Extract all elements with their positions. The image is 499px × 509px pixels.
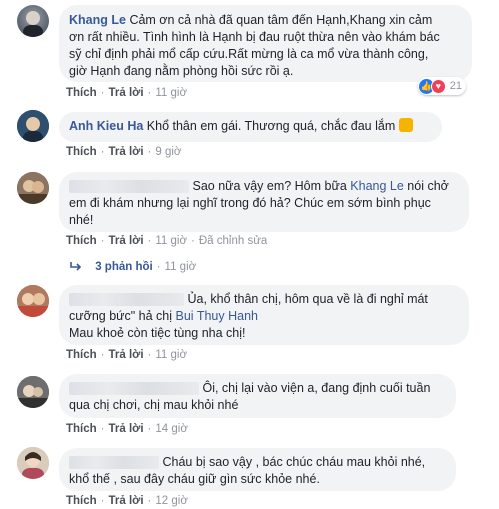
blurred-author-name [69,293,184,307]
flexed-biceps-icon [399,118,414,132]
edited-label: Đã chỉnh sửa [198,235,268,247]
comment-bubble: Cháu bị sao vậy , bác chúc cháu mau khỏi… [59,448,456,491]
comment-text: cưỡng bức" hả chị [69,309,173,323]
comment-text: Mau khoẻ còn tiệc tùng nha chị! [69,326,246,340]
comment-text: khổ thế , sau đây cháu giữ gìn sức khỏe … [69,472,320,486]
reaction-summary[interactable]: 👍 ♥ 21 [418,77,466,95]
like-link[interactable]: Thích [66,235,97,247]
comment-text: giờ Hạnh đang nằm phòng hồi sức rồi ạ. [69,64,294,78]
view-replies-link[interactable]: 3 phản hồi · 11 giờ [70,261,196,273]
mention-link[interactable]: Bui Thuy Hanh [176,309,258,323]
like-link[interactable]: Thích [66,423,97,435]
comment-actions: Thích · Trả lời · 14 giờ [66,423,188,435]
comment-text: qua chị chơi, chị mau khỏi nhé [69,398,239,412]
comment-text: sỹ chỉ định phải mổ cấp cứu.Rất mừng là … [69,47,429,61]
comment-actions: Thích · Trả lời · 11 giờ [66,87,188,99]
comment-bubble: Ủa, khổ thân chị, hôm qua về là đi nghỉ … [59,285,469,345]
like-link[interactable]: Thích [66,495,97,507]
reply-arrow-icon [70,262,82,271]
comment-actions: Thích · Trả lời · 11 giờ [66,349,188,361]
comment-text: Ủa, khổ thân chị, hôm qua về là đi nghỉ … [187,292,428,306]
replies-timestamp: 11 giờ [164,261,197,273]
comment-timestamp[interactable]: 9 giờ [155,146,181,158]
avatar-photo [23,11,43,37]
comment-bubble: Sao nữa vậy em? Hôm bữa Khang Le nói chở… [59,172,469,232]
avatar-photo [17,172,49,204]
reply-link[interactable]: Trả lời [109,146,144,158]
comment-text: ơn rất nhiều. Tình hình là Hạnh bị đau r… [69,30,440,44]
comment-text: Cảm ơn cả nhà đã quan tâm đến Hạnh,Khang… [129,13,433,27]
like-link[interactable]: Thích [66,87,97,99]
comment-text: nói chở [407,179,449,193]
reaction-count: 21 [449,80,462,92]
avatar[interactable] [17,285,49,317]
avatar[interactable] [17,376,49,408]
avatar[interactable] [17,110,49,142]
avatar-photo [17,285,49,317]
comment-actions: Thích · Trả lời · 11 giờ · Đã chỉnh sửa [66,235,268,247]
avatar[interactable] [17,5,49,37]
comment-actions: Thích · Trả lời · 9 giờ [66,146,182,158]
comment-timestamp[interactable]: 12 giờ [155,495,187,507]
blurred-author-name [69,180,189,194]
comment-author[interactable]: Anh Kieu Ha [69,119,143,133]
avatar-photo [17,376,49,408]
comment-text: Khổ thân em gái. Thương quá, chắc đau lắ… [146,119,396,133]
comment-text: nhé! [69,213,94,227]
reply-link[interactable]: Trả lời [109,495,144,507]
blurred-author-name [69,456,159,470]
reply-link[interactable]: Trả lời [109,235,144,247]
reply-link[interactable]: Trả lời [109,349,144,361]
comment-timestamp[interactable]: 14 giờ [155,423,187,435]
avatar-photo [17,447,49,479]
like-link[interactable]: Thích [66,146,97,158]
comment-bubble: Anh Kieu Ha Khổ thân em gái. Thương quá,… [59,112,442,142]
comment-text: Sao nữa vậy em? Hôm bữa [192,179,347,193]
comment-bubble: Khang Le Cảm ơn cả nhà đã quan tâm đến H… [59,5,472,82]
comment-bubble: Ôi, chị lại vào viện a, đang định cuối t… [59,374,456,418]
reply-link[interactable]: Trả lời [109,87,144,99]
comment-actions: Thích · Trả lời · 12 giờ [66,495,188,507]
avatar[interactable] [17,447,49,479]
blurred-author-name [69,382,199,396]
comment-timestamp[interactable]: 11 giờ [155,87,187,99]
like-link[interactable]: Thích [66,349,97,361]
comment-timestamp[interactable]: 11 giờ [155,235,187,247]
replies-count[interactable]: 3 phản hồi [95,261,153,273]
comment-text: Ôi, chị lại vào viện a, đang định cuối t… [202,381,431,395]
avatar-photo [17,110,49,142]
mention-link[interactable]: Khang Le [350,179,404,193]
love-reaction-icon: ♥ [430,78,446,94]
comment-author[interactable]: Khang Le [69,13,126,27]
comment-text: em đi khám nhưng lại nghĩ trong đó hả? C… [69,196,431,210]
reply-link[interactable]: Trả lời [109,423,144,435]
comment-text: Cháu bị sao vậy , bác chúc cháu mau khỏi… [162,455,426,469]
comment-timestamp[interactable]: 11 giờ [155,349,187,361]
avatar[interactable] [17,172,49,204]
